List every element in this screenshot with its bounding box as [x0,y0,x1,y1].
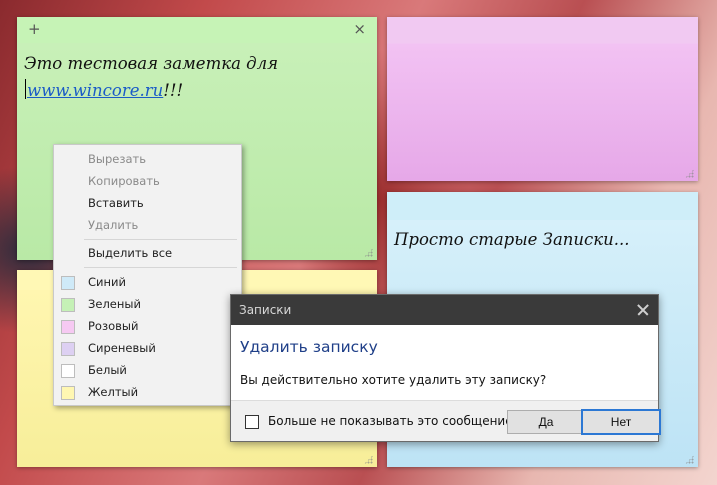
note-text-suffix: !!! [163,81,184,100]
dont-show-again-label[interactable]: Больше не показывать это сообщение [268,414,513,428]
dialog-footer: Больше не показывать это сообщение Да Не… [231,400,661,441]
menu-separator [84,239,237,240]
color-swatch-icon [61,386,75,400]
note-text-area[interactable]: Это тестовая заметка для www.wincore.ru!… [24,50,369,104]
dont-show-again-checkbox[interactable] [245,415,259,429]
text-caret [25,79,26,99]
add-note-icon[interactable]: + [28,21,41,37]
close-note-icon[interactable]: × [353,21,366,37]
menu-item-delete[interactable]: Удалить [54,214,241,236]
dialog-close-icon[interactable] [636,295,650,325]
menu-item-label: Сиреневый [88,341,156,355]
dialog-title: Записки [239,303,292,317]
note-title-bar[interactable]: + × [17,17,377,43]
note-text[interactable]: Просто старые Записки... [394,230,630,249]
dialog-message: Вы действительно хотите удалить эту запи… [240,373,547,387]
menu-item-copy[interactable]: Копировать [54,170,241,192]
resize-grip-icon[interactable] [685,169,694,178]
color-swatch-icon [61,320,75,334]
sticky-note-pink[interactable] [387,17,698,181]
color-swatch-icon [61,364,75,378]
menu-item-label: Синий [88,275,126,289]
dialog-heading: Удалить записку [240,338,378,356]
yes-button[interactable]: Да [507,410,585,434]
resize-grip-icon[interactable] [364,455,373,464]
context-menu: Вырезать Копировать Вставить Удалить Выд… [53,144,242,406]
menu-item-paste[interactable]: Вставить [54,192,241,214]
color-swatch-icon [61,276,75,290]
menu-item-cut[interactable]: Вырезать [54,148,241,170]
resize-grip-icon[interactable] [364,248,373,257]
menu-separator [84,267,237,268]
menu-item-label: Желтый [88,385,139,399]
color-swatch-icon [61,342,75,356]
delete-confirm-dialog: Записки Удалить записку Вы действительно… [230,294,661,442]
note-text-line: Это тестовая заметка для [24,54,279,73]
menu-item-label: Зеленый [88,297,141,311]
menu-item-color-blue[interactable]: Синий [54,271,241,293]
menu-item-label: Розовый [88,319,139,333]
menu-item-color-white[interactable]: Белый [54,359,241,381]
resize-grip-icon[interactable] [685,455,694,464]
menu-item-color-yellow[interactable]: Желтый [54,381,241,403]
note-link[interactable]: www.wincore.ru [27,81,163,100]
no-button[interactable]: Нет [581,409,661,435]
color-swatch-icon [61,298,75,312]
menu-item-color-pink[interactable]: Розовый [54,315,241,337]
menu-item-color-lilac[interactable]: Сиреневый [54,337,241,359]
menu-item-color-green[interactable]: Зеленый [54,293,241,315]
dialog-title-bar[interactable]: Записки [231,295,658,325]
menu-item-select-all[interactable]: Выделить все [54,242,241,264]
menu-item-label: Белый [88,363,127,377]
